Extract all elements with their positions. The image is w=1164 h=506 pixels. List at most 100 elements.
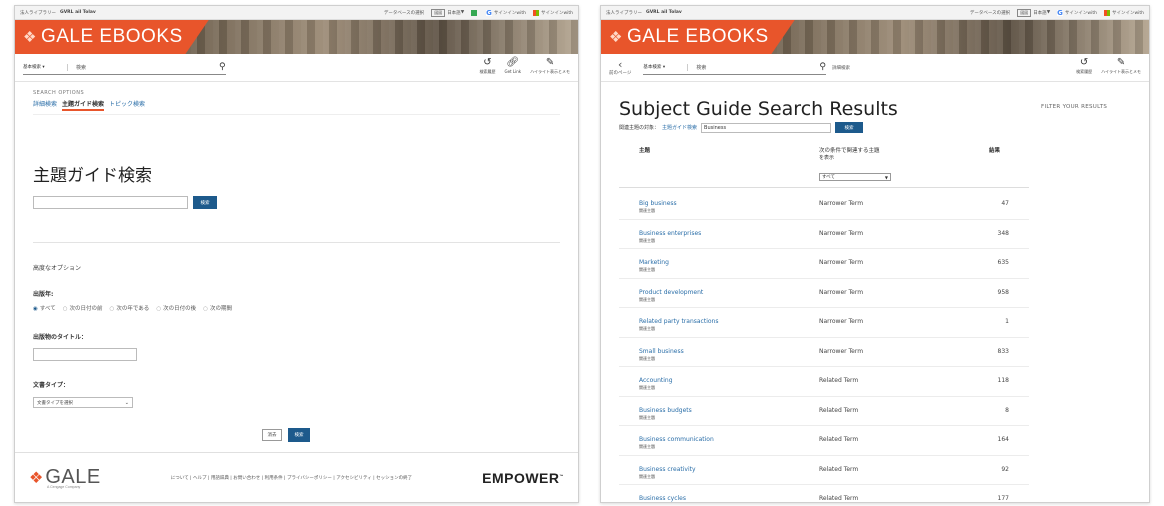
page-title: Subject Guide Search Results [619,98,898,120]
search-history-button[interactable]: ↺ 検索履歴 [479,57,495,75]
column-header-relation: 次の条件で関連する主題 [819,146,880,154]
subject-link[interactable]: Product development [639,289,703,296]
filter-results-heading[interactable]: FILTER YOUR RESULTS [1041,104,1107,110]
gale-footer-logo[interactable]: ❖ GALE A Cengage Company [29,466,101,489]
column-header-results: 結果 [989,148,1001,154]
signin-google-button[interactable]: G サインインwith [486,9,526,16]
relation-type: Narrower Term [819,288,864,296]
clear-button[interactable]: 消去 [262,429,282,441]
table-row: Related party transactions 関連主題 Narrower T… [619,308,1029,338]
result-count: 92 [1001,465,1009,473]
relation-header-text: 次の条件で関連する主題 [819,148,880,154]
subject-link[interactable]: Business communication [639,436,714,443]
subject-link[interactable]: Business enterprises [639,230,701,237]
publication-title-input[interactable] [33,348,137,361]
subject-link[interactable]: Business budgets [639,407,692,414]
submit-search-button[interactable]: 検索 [288,428,310,442]
advanced-search-link[interactable]: 詳細検索 [832,65,850,71]
brand-name: GALE EBOOKS [40,26,183,47]
subject-guide-search-link[interactable]: 主題ガイド検索 [662,124,697,131]
highlights-notes-button[interactable]: ✎ ハイライト表示とメモ [530,57,570,75]
signin-google-button[interactable]: G サインインwith [1057,8,1097,17]
table-row: Product development 関連主題 Narrower Term 958 [619,279,1029,308]
subject-type: 関連主題 [639,296,655,302]
org-name: GVRL ail Tolav [646,10,682,15]
database-select-link[interactable]: データベースの選択 [970,10,1010,16]
relation-type: Related Term [819,377,859,384]
pen-icon: ✎ [545,57,555,68]
table-row: Business communication 関連主題 Related Term 16… [619,426,1029,456]
document-type-select[interactable]: 文書タイプを選択 ⌄ [33,397,133,408]
subject-link[interactable]: Big business [639,200,677,207]
back-button[interactable]: ‹ 前のページ [609,59,631,76]
relation-type: Related Term [819,495,859,502]
subject-type: 関連主題 [639,355,655,361]
tab-topic-search[interactable]: トピック検索 [109,99,145,111]
table-row: Business cycles関連主題Related Term177 [619,485,1029,502]
search-icon[interactable]: ⚲ [819,62,826,72]
subject-link[interactable]: Accounting [639,377,673,384]
search-input[interactable]: 検索 [67,63,217,71]
signin-microsoft-button[interactable]: サインインwith [532,9,573,16]
subject-link[interactable]: Related party transactions [639,318,718,325]
get-link-button[interactable]: 🔗︎ Get Link [504,57,521,75]
query-input[interactable]: Business [701,122,832,133]
search-input[interactable]: 検索 [687,63,817,71]
subject-link[interactable]: Business cycles [639,495,686,502]
result-count: 348 [997,229,1009,237]
basic-search: 基本検索 ▾ 検索 ⚲ [23,61,226,75]
gale-ebooks-logo[interactable]: ❖ GALE EBOOKS [601,20,795,54]
chevron-down-icon: ▼ [884,174,888,180]
search-type-label: 基本検索 [23,65,41,70]
search-type-select[interactable]: 基本検索 ▾ [23,64,67,70]
translate-button[interactable] [471,9,479,16]
subject-link[interactable]: Marketing [639,259,669,266]
column-header-subject: 主題 [639,148,651,154]
highlights-notes-button[interactable]: ✎ ハイライト表示とメモ [1101,57,1141,75]
search-history-button[interactable]: ↺ 検索履歴 [1076,57,1092,75]
subject-type: 関連主題 [639,208,655,213]
search-icon[interactable]: ⚲ [219,62,226,72]
advanced-options-heading: 高度なオプション [33,265,82,272]
subject-search-button[interactable]: 検索 [193,196,217,209]
subject-type: 関連主題 [639,237,655,243]
gale-tagline: A Cengage Company [47,484,81,489]
tool-label: Get Link [504,69,522,74]
radio-before[interactable]: 次の日付の前 [63,304,103,312]
subject-link[interactable]: Business creativity [639,466,696,473]
top-bar: 法人ライブラリー GVRL ail Tolav データベースの選択 図図 日本語… [15,6,578,20]
page-title: 主題ガイド検索 [33,166,152,186]
subject-type: 関連主題 [639,326,655,331]
trademark-sign: ™ [559,472,564,478]
subject-link[interactable]: Small business [639,348,684,355]
query-search-button[interactable]: 検索 [835,122,864,133]
relation-filter-select[interactable]: すべて ▼ [819,173,891,181]
search-options-caption: SEARCH OPTIONS [33,90,85,96]
search-type-select[interactable]: 基本検索 ▾ [643,64,687,70]
language-select[interactable]: 図図 日本語 ▼ [431,8,465,17]
table-row: Accounting 関連主題 Related Term 118 [619,367,1029,397]
result-count: 164 [997,436,1009,443]
radio-after[interactable]: 次の日付の後 [156,304,196,312]
tab-subject-guide-search[interactable]: 主題ガイド検索 [62,99,105,111]
chevron-down-icon: ⌄ [124,399,129,406]
radio-between[interactable]: 次の期間 [203,304,232,312]
database-select-link[interactable]: データベースの選択 [384,10,424,16]
gale-ebooks-logo[interactable]: ❖ GALE EBOOKS [15,20,209,54]
chevron-down-icon: ▼ [460,10,465,15]
signin-microsoft-button[interactable]: サインインwith [1103,9,1144,16]
radio-all[interactable]: すべて [33,304,56,312]
google-icon: G [1057,8,1063,17]
table-row: Big business 関連主題 Narrower Term 47 [619,190,1029,220]
publication-date-label: 出版年: [33,291,54,298]
footer-links[interactable]: について | ヘルプ | 用語辞典 | お問い合わせ | 利用条件 | プライバ… [171,475,412,481]
history-icon: ↺ [1079,57,1089,68]
language-select[interactable]: 図図 日本語 ▼ [1017,8,1050,17]
brand-name: GALE EBOOKS [626,26,769,47]
empower-wordmark: EMPOWER [482,469,560,486]
radio-year[interactable]: 次の年である [110,304,149,312]
subject-search-input[interactable] [33,196,188,209]
tab-advanced-search[interactable]: 詳細検索 [33,99,57,111]
signin-microsoft-label: サインインwith [1111,10,1144,16]
relation-type: Narrower Term [819,347,864,355]
